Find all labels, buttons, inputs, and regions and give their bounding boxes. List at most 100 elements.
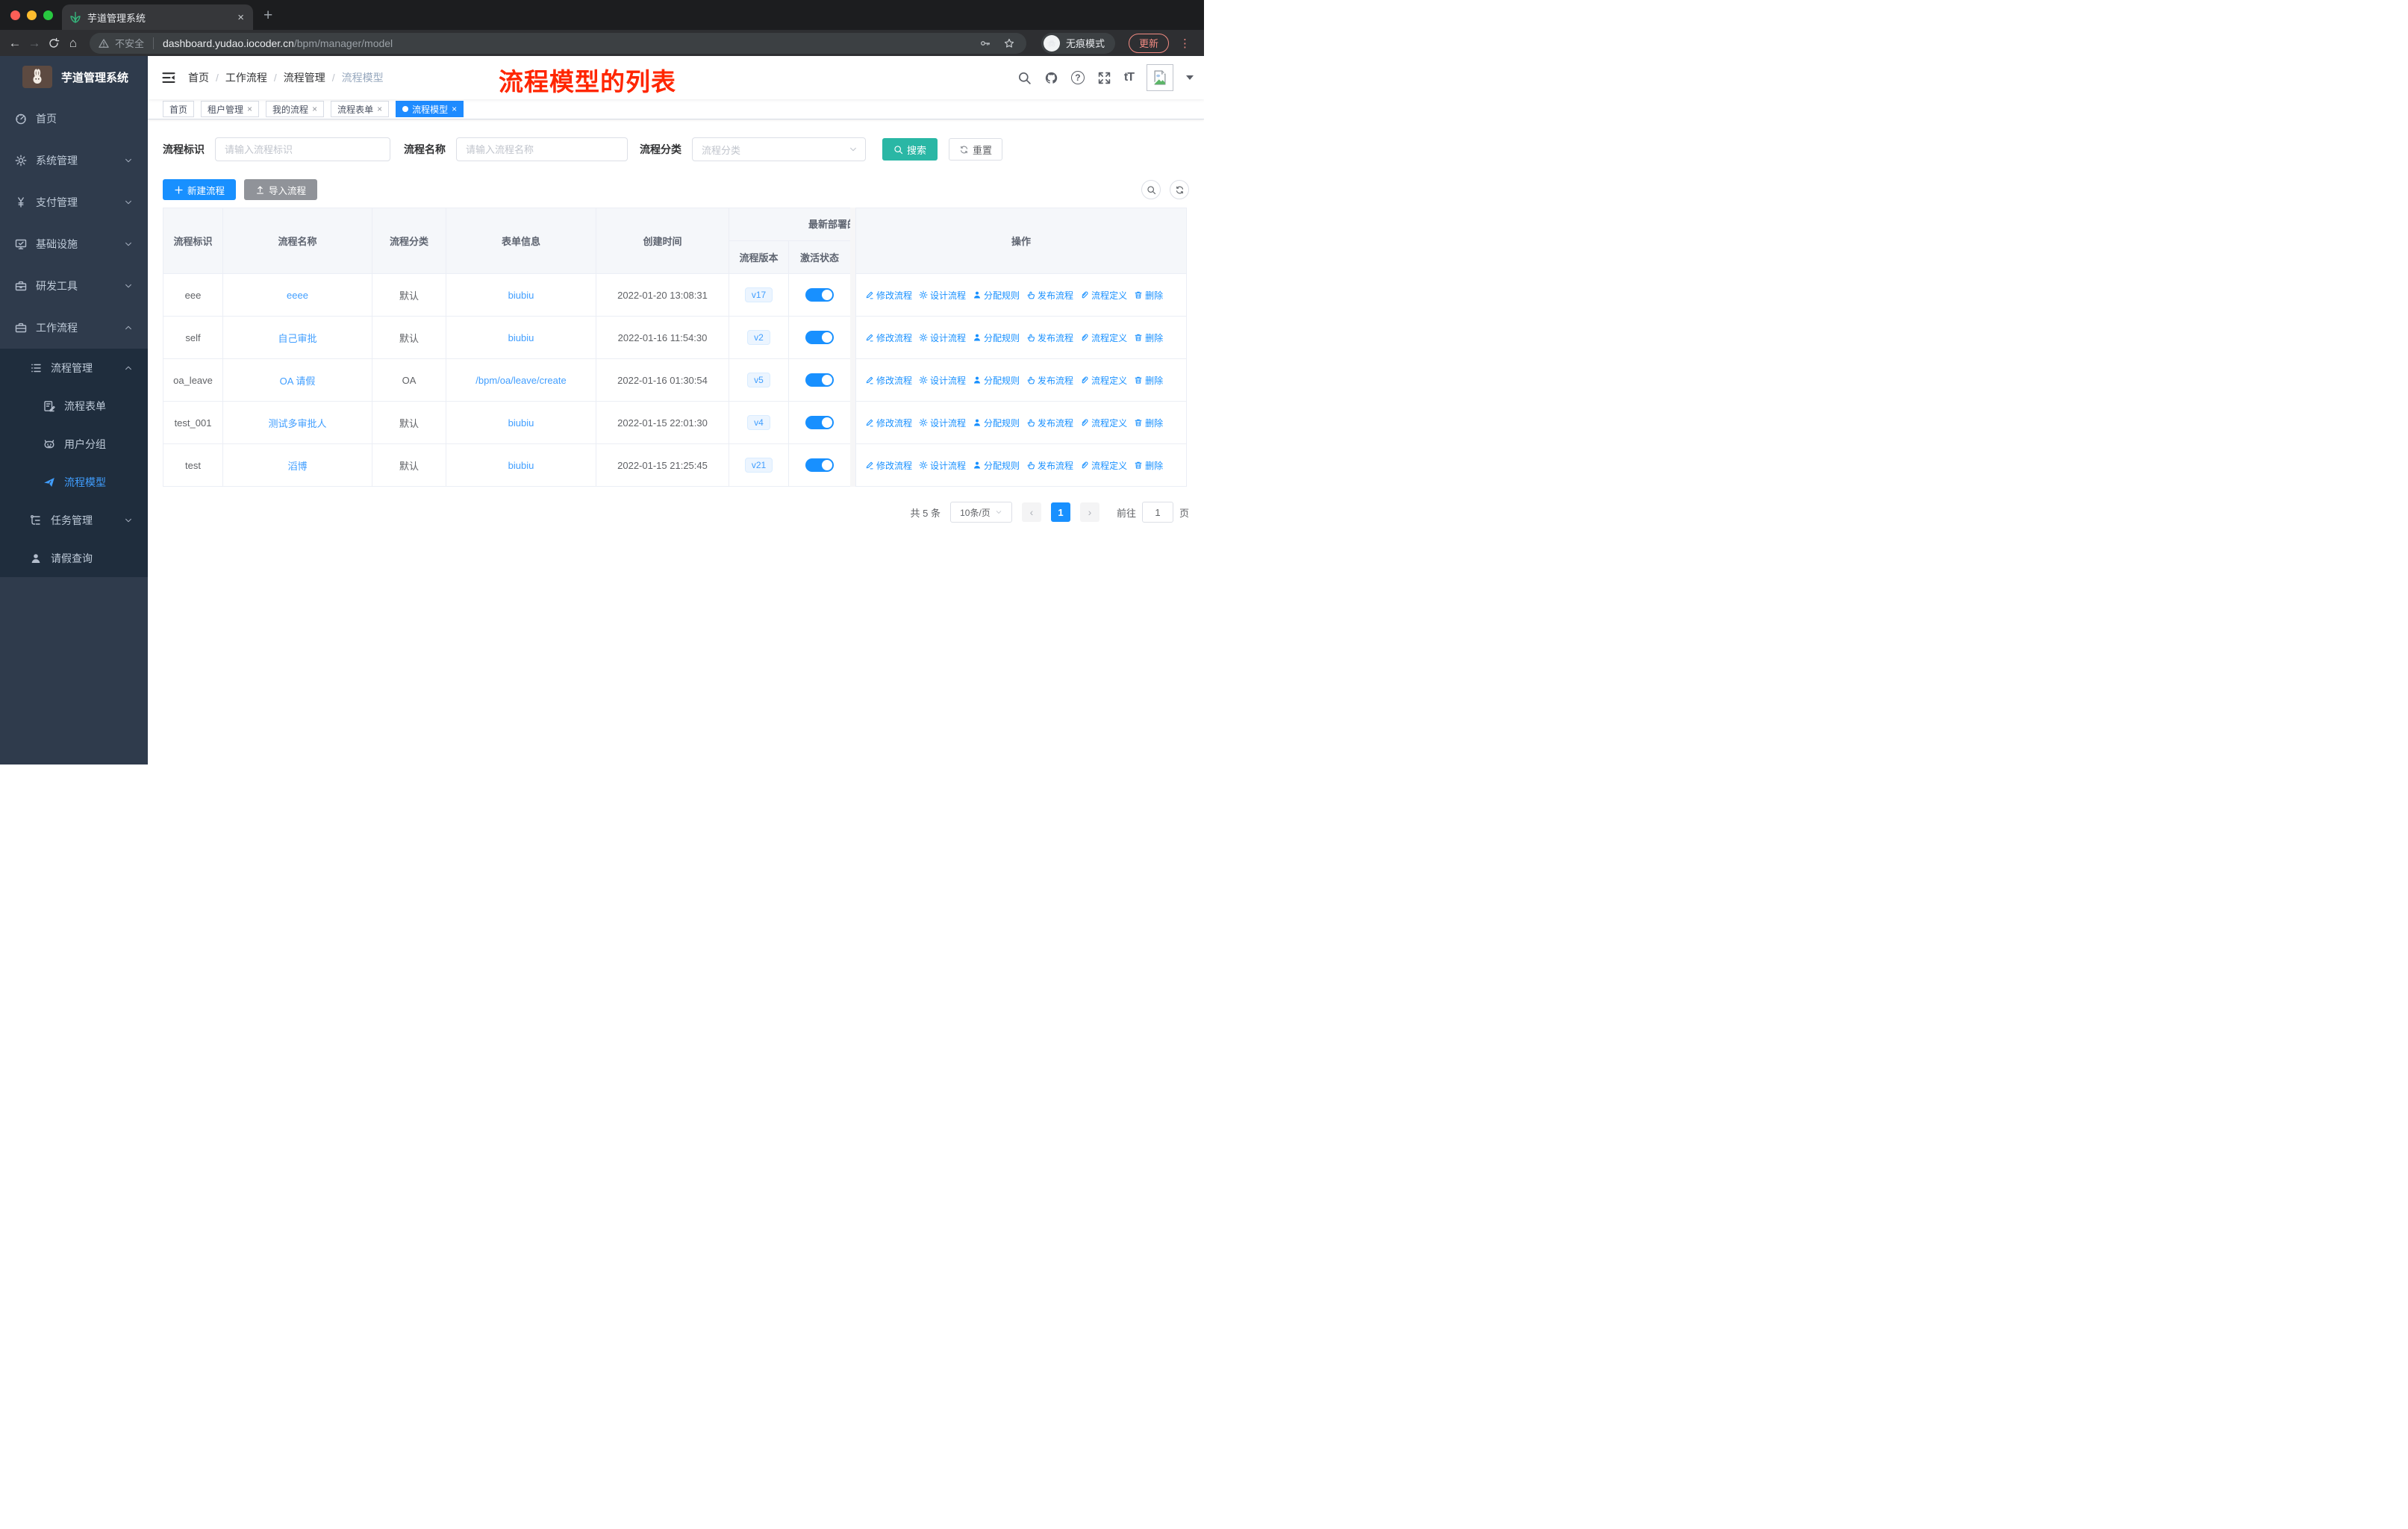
active-toggle[interactable] <box>805 458 834 472</box>
action-删除[interactable]: 删除 <box>1134 331 1163 344</box>
tag-close-icon[interactable]: × <box>452 104 457 114</box>
sidebar-item-workflow[interactable]: 工作流程 <box>0 307 148 349</box>
process-name-link[interactable]: 测试多审批人 <box>268 416 326 430</box>
form-info-link[interactable]: biubiu <box>508 417 534 429</box>
action-设计流程[interactable]: 设计流程 <box>919 459 966 472</box>
back-icon[interactable]: ← <box>7 34 22 53</box>
action-发布流程[interactable]: 发布流程 <box>1026 417 1073 429</box>
search-icon[interactable] <box>1017 71 1032 85</box>
action-流程定义[interactable]: 流程定义 <box>1080 459 1127 472</box>
sidebar-logo[interactable]: 芋道管理系统 <box>0 56 148 98</box>
search-button[interactable]: 搜索 <box>882 138 938 161</box>
process-id-input[interactable] <box>215 137 390 161</box>
process-name-link[interactable]: 自己审批 <box>278 331 316 345</box>
avatar[interactable] <box>1147 64 1173 91</box>
tags-view-item[interactable]: 首页 <box>163 101 195 117</box>
browser-tab[interactable]: 芋道管理系统 × <box>62 4 253 30</box>
action-删除[interactable]: 删除 <box>1134 417 1163 429</box>
process-name-link[interactable]: eeee <box>287 290 308 301</box>
action-发布流程[interactable]: 发布流程 <box>1026 459 1073 472</box>
fullscreen-icon[interactable] <box>1097 71 1111 85</box>
reload-icon[interactable] <box>46 34 61 53</box>
process-name-link[interactable]: OA 请假 <box>280 373 316 387</box>
page-size-select[interactable]: 10条/页 <box>949 502 1012 523</box>
breadcrumb-item[interactable]: 流程管理 <box>284 70 325 85</box>
action-删除[interactable]: 删除 <box>1134 374 1163 387</box>
action-发布流程[interactable]: 发布流程 <box>1026 374 1073 387</box>
current-page-button[interactable]: 1 <box>1050 502 1070 522</box>
create-process-button[interactable]: 新建流程 <box>163 179 237 200</box>
sidebar-item-user-group[interactable]: 用户分组 <box>0 425 148 463</box>
sidebar-item-payment[interactable]: 支付管理 <box>0 181 148 223</box>
action-删除[interactable]: 删除 <box>1134 459 1163 472</box>
font-size-icon[interactable]: tT <box>1124 71 1135 84</box>
action-修改流程[interactable]: 修改流程 <box>865 374 912 387</box>
sidebar-item-process-form[interactable]: 流程表单 <box>0 387 148 425</box>
action-修改流程[interactable]: 修改流程 <box>865 417 912 429</box>
import-process-button[interactable]: 导入流程 <box>244 179 318 200</box>
action-修改流程[interactable]: 修改流程 <box>865 459 912 472</box>
tag-close-icon[interactable]: × <box>247 104 252 114</box>
home-icon[interactable]: ⌂ <box>66 34 81 53</box>
window-close-button[interactable] <box>10 10 20 20</box>
tab-close-icon[interactable]: × <box>236 11 246 24</box>
sidebar-collapse-icon[interactable] <box>161 70 176 85</box>
active-toggle[interactable] <box>805 416 834 429</box>
tags-view-item[interactable]: 流程表单 × <box>331 101 390 117</box>
action-修改流程[interactable]: 修改流程 <box>865 289 912 302</box>
new-tab-button[interactable]: + <box>253 7 283 29</box>
action-分配规则[interactable]: 分配规则 <box>973 459 1020 472</box>
address-bar[interactable]: 不安全 dashboard.yudao.iocoder.cn/bpm/manag… <box>89 32 1026 54</box>
tags-view-item[interactable]: 我的流程 × <box>266 101 325 117</box>
tags-view-item[interactable]: 租户管理 × <box>201 101 260 117</box>
active-toggle[interactable] <box>805 373 834 387</box>
action-设计流程[interactable]: 设计流程 <box>919 289 966 302</box>
sidebar-item-infra[interactable]: 基础设施 <box>0 223 148 265</box>
toggle-search-button[interactable] <box>1141 180 1161 199</box>
action-发布流程[interactable]: 发布流程 <box>1026 331 1073 344</box>
tag-close-icon[interactable]: × <box>312 104 317 114</box>
active-toggle[interactable] <box>805 331 834 344</box>
action-分配规则[interactable]: 分配规则 <box>973 289 1020 302</box>
help-icon[interactable]: ? <box>1070 71 1085 84</box>
goto-page-input[interactable] <box>1141 502 1173 523</box>
password-key-icon[interactable] <box>980 38 991 49</box>
sidebar-item-process-model[interactable]: 流程模型 <box>0 463 148 501</box>
action-分配规则[interactable]: 分配规则 <box>973 417 1020 429</box>
action-设计流程[interactable]: 设计流程 <box>919 417 966 429</box>
chrome-menu-icon[interactable]: ⋮ <box>1173 37 1197 50</box>
process-name-link[interactable]: 滔博 <box>287 458 307 473</box>
sidebar-item-home[interactable]: 首页 <box>0 98 148 140</box>
tag-close-icon[interactable]: × <box>377 104 382 114</box>
bookmark-star-icon[interactable] <box>1004 38 1014 49</box>
action-发布流程[interactable]: 发布流程 <box>1026 289 1073 302</box>
tags-view-item[interactable]: 流程模型 × <box>396 101 464 117</box>
action-设计流程[interactable]: 设计流程 <box>919 331 966 344</box>
action-分配规则[interactable]: 分配规则 <box>973 331 1020 344</box>
chrome-update-button[interactable]: 更新 <box>1128 33 1169 53</box>
breadcrumb-item[interactable]: 工作流程 <box>225 70 267 85</box>
next-page-button[interactable]: › <box>1079 502 1099 522</box>
forward-icon[interactable]: → <box>27 34 42 53</box>
breadcrumb-item[interactable]: 首页 <box>188 70 209 85</box>
sidebar-item-task-manage[interactable]: 任务管理 <box>0 501 148 539</box>
form-info-link[interactable]: biubiu <box>508 460 534 471</box>
action-设计流程[interactable]: 设计流程 <box>919 374 966 387</box>
process-category-select[interactable]: 流程分类 <box>692 137 866 161</box>
refresh-table-button[interactable] <box>1170 180 1189 199</box>
form-info-link[interactable]: biubiu <box>508 290 534 301</box>
action-流程定义[interactable]: 流程定义 <box>1080 374 1127 387</box>
action-修改流程[interactable]: 修改流程 <box>865 331 912 344</box>
window-zoom-button[interactable] <box>43 10 53 20</box>
sidebar-item-leave-query[interactable]: 请假查询 <box>0 539 148 577</box>
sidebar-item-devtools[interactable]: 研发工具 <box>0 265 148 307</box>
action-删除[interactable]: 删除 <box>1134 289 1163 302</box>
github-icon[interactable] <box>1044 71 1058 85</box>
active-toggle[interactable] <box>805 288 834 302</box>
form-info-link[interactable]: biubiu <box>508 332 534 343</box>
action-流程定义[interactable]: 流程定义 <box>1080 331 1127 344</box>
window-minimize-button[interactable] <box>27 10 37 20</box>
process-name-input[interactable] <box>456 137 628 161</box>
action-流程定义[interactable]: 流程定义 <box>1080 289 1127 302</box>
prev-page-button[interactable]: ‹ <box>1021 502 1041 522</box>
